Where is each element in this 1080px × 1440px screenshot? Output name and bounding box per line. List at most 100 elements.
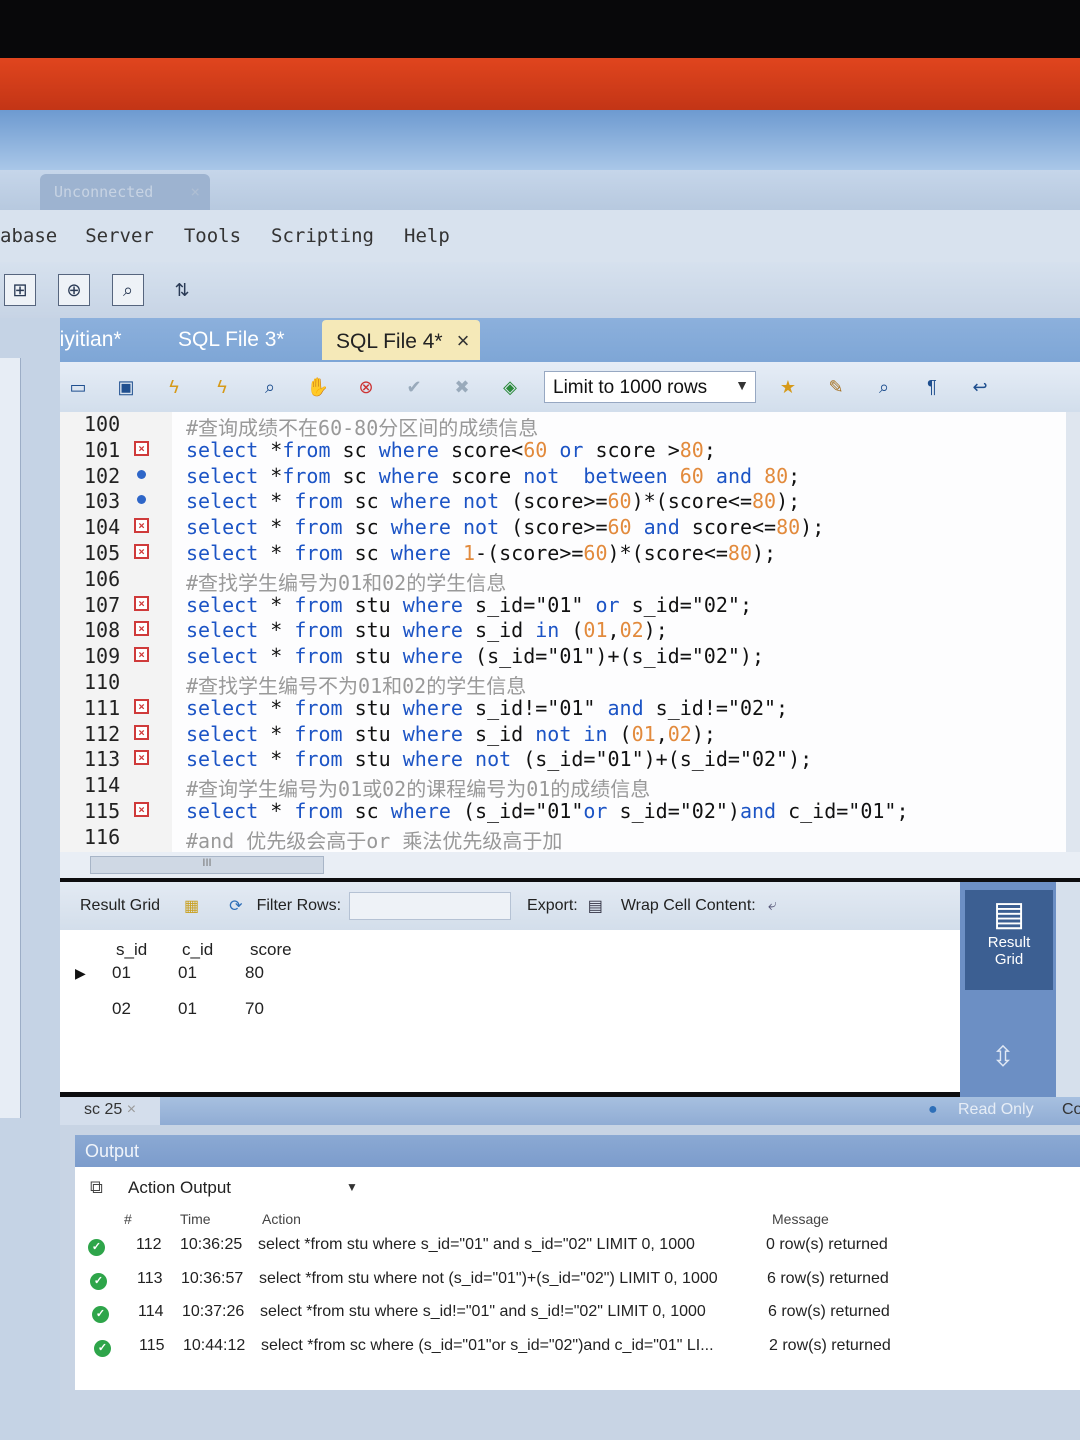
wrap-lines-icon[interactable]: ↩ (966, 373, 994, 401)
limit-rows-value: Limit to 1000 rows (553, 377, 708, 398)
editor-line[interactable]: 108 × select * from stu where s_id in (01,… (60, 618, 1066, 644)
close-icon[interactable]: × (127, 1101, 136, 1118)
editor-line[interactable]: 113 × select * from stu where not (s_id="0… (60, 747, 1066, 773)
editor-line[interactable]: 114 #查询学生编号为01或02的课程编号为01的成绩信息 (60, 773, 1066, 801)
tab-sql-file-4[interactable]: SQL File 4* × (322, 320, 480, 360)
new-connection-icon[interactable]: ⊞ (4, 274, 36, 306)
connection-tab-label: Unconnected (54, 183, 154, 201)
editor-line[interactable]: 111 × select * from stu where s_id!="01" a… (60, 696, 1066, 722)
chevron-down-icon[interactable]: ▼ (346, 1180, 358, 1194)
filter-rows-input[interactable] (349, 892, 512, 920)
error-marker-icon[interactable]: × (134, 621, 149, 637)
error-marker-icon[interactable]: × (134, 440, 149, 456)
table-cell[interactable]: 02 (112, 999, 131, 1019)
table-cell[interactable]: 01 (178, 999, 197, 1019)
execute-current-icon[interactable]: ϟ (208, 373, 236, 401)
column-header-s-id[interactable]: s_id (116, 940, 147, 960)
menu-tools[interactable]: Tools (184, 225, 241, 247)
migration-icon[interactable]: ⇅ (166, 274, 198, 306)
sql-editor[interactable]: 100 #查询成绩不在60-80分区间的成绩信息 101 × select *from … (60, 412, 1066, 853)
right-edge-panel (1056, 882, 1080, 1097)
inspector-icon[interactable]: ⌕ (112, 274, 144, 306)
main-toolbar: ⊞ ⊕ ⌕ ⇅ (0, 262, 1080, 318)
error-marker-icon[interactable]: × (134, 802, 149, 817)
find-icon[interactable]: ⌕ (870, 373, 898, 401)
editor-line[interactable]: 109 × select * from stu where (s_id="01")+… (60, 644, 1066, 670)
column-header-c-id[interactable]: c_id (182, 940, 213, 960)
menu-scripting[interactable]: Scripting (271, 225, 374, 247)
menu-database[interactable]: abase (0, 225, 57, 247)
editor-line[interactable]: 110 #查找学生编号不为01和02的学生信息 (60, 670, 1066, 698)
line-number: 108 (84, 618, 121, 643)
menu-server[interactable]: Server (85, 225, 154, 247)
autocommit-icon[interactable]: ◈ (496, 373, 524, 401)
error-marker-icon[interactable]: × (134, 750, 149, 766)
explain-icon[interactable]: ⌕ (256, 373, 284, 401)
commit-icon[interactable]: ✔ (400, 373, 428, 401)
code-text: select * from sc where 1-(score>=60)*(sc… (186, 541, 777, 565)
rollback-icon[interactable]: ✖ (448, 373, 476, 401)
column-header-score[interactable]: score (250, 940, 292, 960)
editor-line[interactable]: 100 #查询成绩不在60-80分区间的成绩信息 (60, 412, 1066, 440)
editor-horizontal-scrollbar[interactable]: III (60, 852, 1080, 878)
result-grid-label[interactable]: Result Grid (80, 897, 160, 915)
error-marker-icon[interactable]: × (134, 698, 149, 714)
editor-line[interactable]: 101 × select *from sc where score<60 or sc… (60, 438, 1066, 464)
table-cell[interactable]: 01 (178, 963, 197, 983)
toggle-error-icon[interactable]: ⊗ (352, 373, 380, 401)
output-message: 2 row(s) returned (769, 1336, 891, 1354)
menu-help[interactable]: Help (404, 225, 450, 247)
read-only-label: Read Only (958, 1101, 1034, 1118)
success-icon: ✓ (94, 1339, 111, 1357)
close-icon[interactable]: × (190, 182, 200, 201)
editor-line[interactable]: 105 × select * from sc where 1-(score>=60)… (60, 541, 1066, 567)
editor-line[interactable]: 106 #查找学生编号为01和02的学生信息 (60, 566, 1066, 595)
save-icon[interactable]: ▣ (112, 373, 140, 401)
refresh-icon[interactable]: ⟳ (229, 896, 242, 916)
editor-line[interactable]: 107 × select * from stu where s_id="01" or… (60, 593, 1066, 619)
table-cell[interactable]: 01 (112, 963, 131, 983)
editor-line[interactable]: 112 × select * from stu where s_id not in … (60, 722, 1066, 748)
statement-marker-icon[interactable] (137, 469, 146, 479)
error-marker-icon[interactable]: × (134, 595, 149, 611)
editor-line[interactable]: 103 select * from sc where not (score>=60… (60, 489, 1066, 515)
error-marker-icon[interactable]: × (134, 647, 149, 663)
editor-line[interactable]: 116 #and 优先级会高于or 乘法优先级高于加 (60, 825, 1066, 853)
cut-off-label: Co (1062, 1101, 1080, 1118)
copy-icon[interactable]: ⧉ (90, 1177, 103, 1198)
table-cell[interactable]: 80 (245, 963, 264, 983)
statement-marker-icon[interactable] (137, 495, 146, 505)
window-title-bar (0, 58, 1080, 110)
output-mode-select[interactable]: Action Output (128, 1178, 231, 1198)
connection-tab[interactable]: Unconnected × (40, 174, 210, 210)
line-number: 112 (84, 721, 121, 746)
open-file-icon[interactable]: ▭ (64, 373, 92, 401)
line-number: 106 (84, 566, 121, 591)
export-icon[interactable]: ▤ (588, 896, 603, 916)
grid-icon[interactable]: ▦ (184, 896, 199, 916)
editor-line[interactable]: 102 select *from sc where score not betwe… (60, 464, 1066, 490)
add-snippet-icon[interactable]: ★ (774, 373, 802, 401)
output-message: 0 row(s) returned (766, 1236, 888, 1253)
wrap-cell-icon[interactable]: ⤶ (768, 897, 777, 915)
new-schema-icon[interactable]: ⊕ (58, 274, 90, 306)
output-header: Output (75, 1135, 1080, 1167)
editor-vertical-scrollbar[interactable] (1066, 412, 1080, 852)
error-marker-icon[interactable]: × (134, 544, 149, 559)
execute-icon[interactable]: ϟ (160, 373, 188, 401)
editor-line[interactable]: 115 × select * from sc where (s_id="01"or … (60, 799, 1066, 825)
editor-line[interactable]: 104 × select * from sc where not (score>=6… (60, 515, 1066, 541)
filter-rows-label: Filter Rows: (256, 897, 342, 914)
result-grid-side-button[interactable]: ▤ Result Grid (965, 890, 1053, 990)
form-editor-icon[interactable]: ⇳ (985, 1040, 1021, 1090)
close-icon[interactable]: × (457, 328, 470, 353)
result-tab-sc-25[interactable]: sc 25 × (60, 1097, 160, 1125)
error-marker-icon[interactable]: × (134, 518, 149, 534)
invisible-chars-icon[interactable]: ¶ (918, 373, 946, 401)
error-marker-icon[interactable]: × (134, 724, 149, 740)
stop-icon[interactable]: ✋ (304, 373, 332, 401)
beautify-icon[interactable]: ✎ (822, 373, 850, 401)
table-cell[interactable]: 70 (245, 999, 264, 1019)
limit-rows-select[interactable]: Limit to 1000 rows ▼ (544, 371, 756, 403)
tab-sql-file-3[interactable]: SQL File 3* (178, 320, 285, 360)
